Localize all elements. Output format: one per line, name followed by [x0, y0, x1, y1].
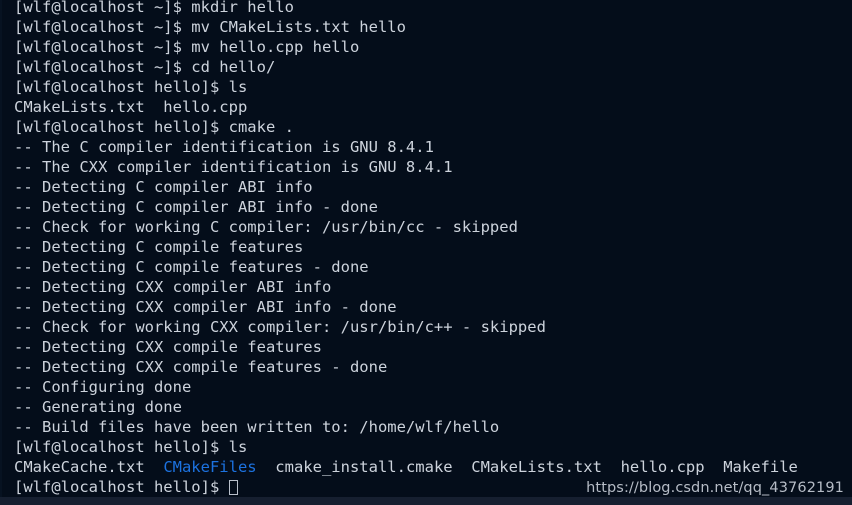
terminal-line: -- Generating done — [14, 397, 852, 417]
terminal-text: -- Configuring done — [14, 378, 192, 396]
terminal-line: -- Detecting C compiler ABI info - done — [14, 197, 852, 217]
terminal-text: -- Detecting C compile features — [14, 238, 304, 256]
terminal-line: -- Detecting CXX compiler ABI info — [14, 277, 852, 297]
terminal-line-list: [wlf@localhost ~]$ mkdir hello [wlf@local… — [14, 0, 852, 497]
terminal-text: CMakeLists.txt hello.cpp — [14, 98, 248, 116]
terminal-text: [wlf@localhost ~]$ mkdir hello — [14, 0, 294, 16]
terminal-line: -- Detecting C compile features — [14, 237, 852, 257]
terminal-text: [wlf@localhost hello]$ cmake . — [14, 118, 294, 136]
text-cursor — [228, 480, 238, 495]
terminal-window[interactable]: [wlf@localhost ~]$ mkdir hello [wlf@local… — [0, 0, 852, 505]
terminal-output-area[interactable]: [wlf@localhost ~]$ mkdir hello [wlf@local… — [0, 0, 852, 497]
directory-name: CMakeFiles — [163, 458, 257, 476]
terminal-line: [wlf@localhost ~]$ mv CMakeLists.txt hel… — [14, 17, 852, 37]
terminal-line: CMakeCache.txt CMakeFiles cmake_install.… — [14, 457, 852, 477]
terminal-line: [wlf@localhost hello]$ ls — [14, 77, 852, 97]
terminal-text: -- Detecting CXX compile features — [14, 338, 322, 356]
terminal-text: -- Detecting C compiler ABI info — [14, 178, 313, 196]
terminal-line: [wlf@localhost hello]$ cmake . — [14, 117, 852, 137]
terminal-text: [wlf@localhost ~]$ mv CMakeLists.txt hel… — [14, 18, 406, 36]
terminal-line: [wlf@localhost hello]$ ls — [14, 437, 852, 457]
terminal-text: -- Detecting CXX compiler ABI info — [14, 278, 332, 296]
terminal-text: CMakeCache.txt — [14, 458, 164, 476]
terminal-line: [wlf@localhost ~]$ mv hello.cpp hello — [14, 37, 852, 57]
terminal-line: [wlf@localhost ~]$ cd hello/ — [14, 57, 852, 77]
terminal-text: -- Check for working C compiler: /usr/bi… — [14, 218, 518, 236]
terminal-text: [wlf@localhost hello]$ ls — [14, 438, 248, 456]
terminal-text: [wlf@localhost hello]$ ls — [14, 78, 248, 96]
terminal-line: -- The C compiler identification is GNU … — [14, 137, 852, 157]
terminal-text: [wlf@localhost ~]$ mv hello.cpp hello — [14, 38, 360, 56]
terminal-text: -- Detecting CXX compiler ABI info - don… — [14, 298, 397, 316]
terminal-status-bar — [0, 497, 852, 505]
terminal-line: -- Detecting CXX compiler ABI info - don… — [14, 297, 852, 317]
terminal-line: -- Check for working C compiler: /usr/bi… — [14, 217, 852, 237]
terminal-line: -- The CXX compiler identification is GN… — [14, 157, 852, 177]
terminal-line: -- Build files have been written to: /ho… — [14, 417, 852, 437]
terminal-text: -- The C compiler identification is GNU … — [14, 138, 434, 156]
terminal-text: cmake_install.cmake CMakeLists.txt hello… — [256, 458, 798, 476]
terminal-line: [wlf@localhost ~]$ mkdir hello — [14, 0, 852, 17]
terminal-text: -- Build files have been written to: /ho… — [14, 418, 500, 436]
watermark-url: https://blog.csdn.net/qq_43762191 — [586, 480, 844, 496]
terminal-line: -- Detecting CXX compile features - done — [14, 357, 852, 377]
terminal-text: -- Detecting CXX compile features - done — [14, 358, 388, 376]
terminal-line: -- Check for working CXX compiler: /usr/… — [14, 317, 852, 337]
terminal-text: [wlf@localhost hello]$ — [14, 478, 229, 496]
terminal-line: -- Detecting C compiler ABI info — [14, 177, 852, 197]
terminal-text: -- Generating done — [14, 398, 182, 416]
terminal-line: CMakeLists.txt hello.cpp — [14, 97, 852, 117]
terminal-line: -- Detecting CXX compile features — [14, 337, 852, 357]
terminal-line: -- Configuring done — [14, 377, 852, 397]
terminal-text: -- Check for working CXX compiler: /usr/… — [14, 318, 546, 336]
terminal-text: -- The CXX compiler identification is GN… — [14, 158, 453, 176]
terminal-text: -- Detecting C compiler ABI info - done — [14, 198, 378, 216]
terminal-line: -- Detecting C compile features - done — [14, 257, 852, 277]
terminal-text: [wlf@localhost ~]$ cd hello/ — [14, 58, 276, 76]
terminal-text: -- Detecting C compile features - done — [14, 258, 369, 276]
